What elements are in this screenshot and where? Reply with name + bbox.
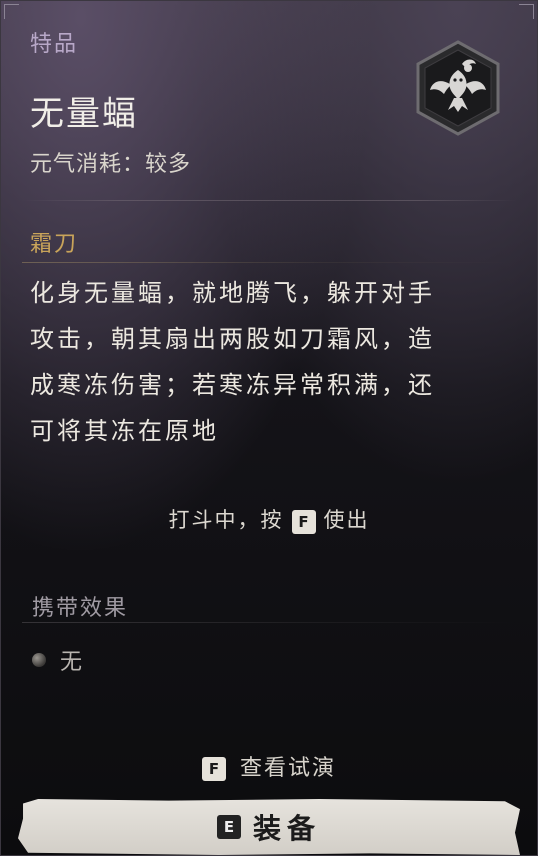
carry-effect-item: 无	[32, 644, 82, 676]
skill-description: 化身无量蝠，就地腾飞，躲开对手 攻击，朝其扇出两股如刀霜风，造 成寒冻伤害；若寒…	[30, 270, 508, 454]
carry-effect-value: 无	[60, 650, 83, 675]
preview-label: 查看试演	[239, 756, 336, 781]
usage-hint-prefix: 打斗中，按	[168, 508, 284, 532]
frame-corner-ornament	[519, 4, 534, 19]
header-divider	[22, 200, 516, 201]
item-name: 无量蝠	[30, 94, 138, 134]
description-line: 成寒冻伤害；若寒冻异常积满，还	[30, 371, 435, 399]
description-line: 可将其冻在原地	[30, 417, 219, 445]
equip-label: 装备	[252, 812, 321, 845]
winged-bat-spirit-icon	[412, 40, 504, 136]
carry-effect-label: 携带效果	[32, 596, 129, 621]
usage-hint: 打斗中，按 F 使出	[0, 504, 538, 534]
usage-hint-suffix: 使出	[323, 508, 370, 532]
description-line: 攻击，朝其扇出两股如刀霜风，造	[30, 325, 435, 353]
f-key-icon: F	[291, 509, 316, 534]
e-key-icon: E	[216, 815, 241, 839]
description-line: 化身无量蝠，就地腾飞，躲开对手	[30, 279, 435, 307]
skill-divider	[22, 262, 516, 263]
item-rarity: 特品	[30, 32, 79, 57]
preview-button[interactable]: F 查看试演	[0, 750, 538, 782]
frame-corner-ornament	[4, 4, 19, 19]
carry-effect-divider	[22, 622, 516, 623]
f-key-icon: F	[201, 757, 226, 781]
equip-button[interactable]: E 装备	[18, 799, 520, 855]
bullet-icon	[32, 653, 46, 667]
spirit-cost: 元气消耗：较多	[30, 152, 192, 177]
skill-name: 霜刀	[30, 232, 79, 257]
